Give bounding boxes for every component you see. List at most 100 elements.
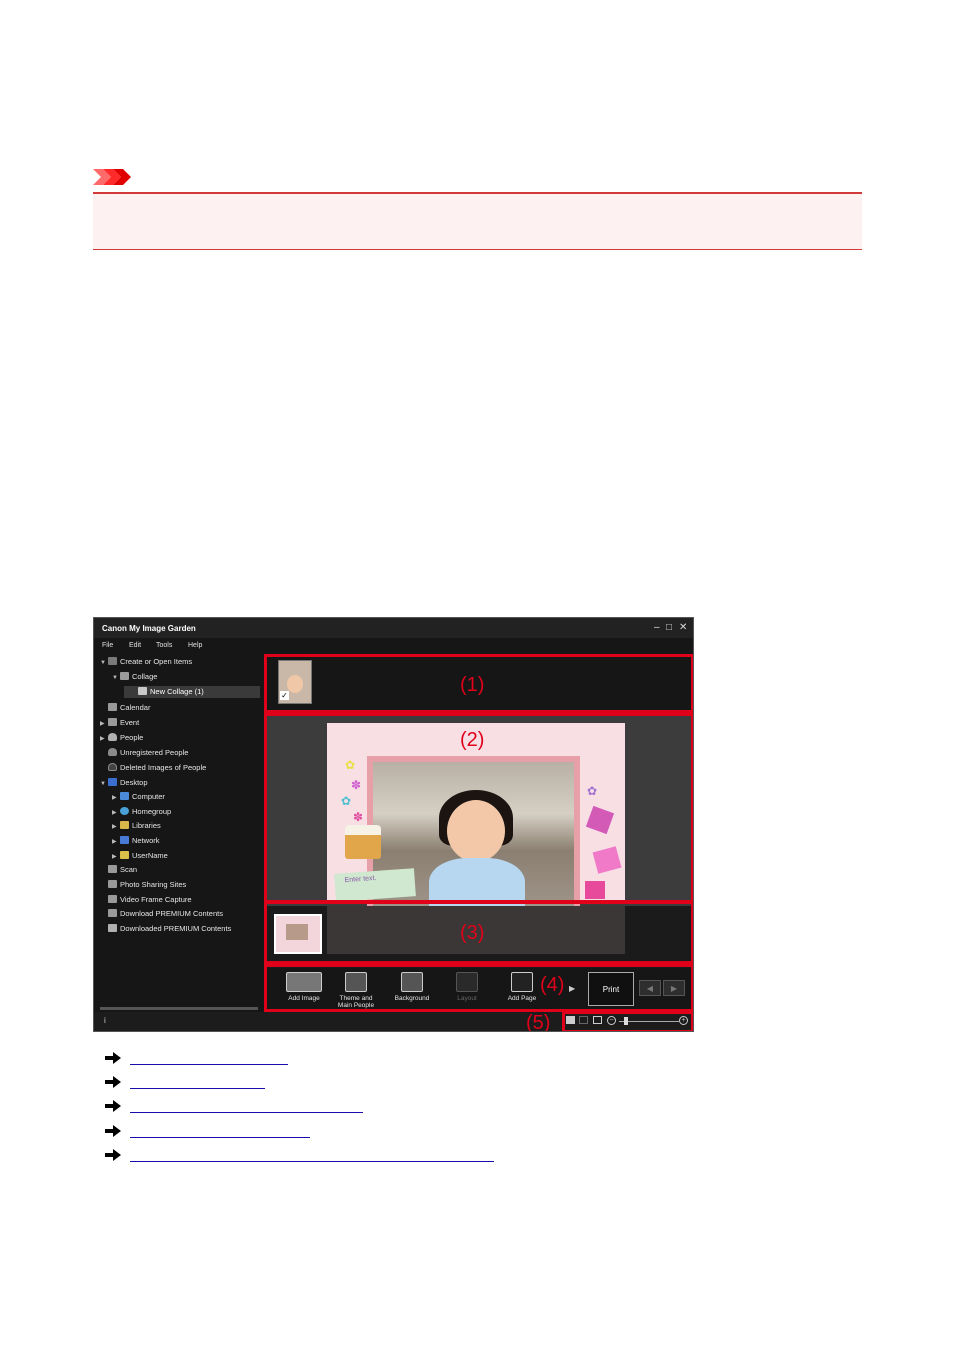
tree-item-username[interactable]: ▶ UserName [112, 850, 168, 862]
link-underline[interactable] [130, 1088, 265, 1089]
expand-down-icon[interactable]: ▼ [112, 672, 120, 684]
tree-item-people[interactable]: ▶ People [100, 732, 143, 744]
link-arrow-icon [105, 1149, 121, 1161]
tree-item-label: Libraries [132, 821, 161, 830]
title-bar: Canon My Image Garden – □ ✕ [94, 618, 693, 638]
tree-item-photo-sharing-sites[interactable]: Photo Sharing Sites [108, 879, 186, 891]
menu-edit[interactable]: Edit [129, 642, 141, 649]
tree-item-collage[interactable]: ▼ Collage [112, 671, 157, 683]
tree-item-label: New Collage (1) [150, 687, 204, 696]
tree-item-desktop[interactable]: ▼ Desktop [100, 777, 148, 789]
scan-icon [108, 865, 117, 873]
info-icon[interactable]: i [104, 1016, 106, 1025]
callout-box-5 [562, 1011, 693, 1031]
person-icon [108, 733, 117, 741]
libraries-icon [120, 821, 129, 829]
expand-right-icon[interactable]: ▶ [112, 807, 120, 819]
tree-item-label: Computer [132, 792, 165, 801]
important-arrows-icon [93, 169, 131, 185]
tree-item-video-frame-capture[interactable]: Video Frame Capture [108, 894, 192, 906]
tree-item-label: Network [132, 836, 160, 845]
callout-label-5: (5) [526, 1012, 551, 1032]
link-arrow-icon [105, 1125, 121, 1137]
app-window: Canon My Image Garden – □ ✕ File Edit To… [93, 617, 694, 1032]
menu-tools[interactable]: Tools [156, 642, 172, 649]
maximize-icon[interactable]: □ [666, 622, 672, 634]
event-icon [108, 718, 117, 726]
tree-item-network[interactable]: ▶ Network [112, 835, 160, 847]
tree-item-label: Desktop [120, 778, 148, 787]
tree-item-label: UserName [132, 851, 168, 860]
tree-item-label: Download PREMIUM Contents [120, 909, 223, 918]
tree-item-event[interactable]: ▶ Event [100, 717, 139, 729]
callout-label-2: (2) [460, 729, 485, 751]
tree-item-label: Scan [120, 865, 138, 874]
expand-right-icon[interactable]: ▶ [112, 792, 120, 804]
expand-down-icon[interactable]: ▼ [100, 657, 108, 669]
photo-sharing-icon [108, 880, 117, 888]
link-underline[interactable] [130, 1064, 288, 1065]
menu-help[interactable]: Help [188, 642, 202, 649]
calendar-icon [108, 703, 117, 711]
tree-item-label: Event [120, 718, 140, 727]
tree-item-new-collage[interactable]: New Collage (1) [124, 686, 260, 698]
expand-right-icon[interactable]: ▶ [112, 821, 120, 833]
expand-down-icon[interactable]: ▼ [100, 778, 108, 790]
tree-item-label: Unregistered People [120, 748, 189, 757]
computer-icon [120, 792, 129, 800]
callout-label-4: (4) [540, 974, 565, 996]
tree-item-computer[interactable]: ▶ Computer [112, 791, 165, 803]
link-underline[interactable] [130, 1137, 310, 1138]
tree-item-label: Homegroup [132, 807, 172, 816]
tree-item-label: People [120, 733, 144, 742]
tree-item-label: Collage [132, 672, 158, 681]
collage-file-icon [138, 687, 147, 695]
important-note-box [93, 192, 862, 250]
link-arrow-icon [105, 1100, 121, 1112]
tree-item-label: Deleted Images of People [120, 763, 207, 772]
sidebar-scrollbar[interactable] [100, 1007, 258, 1010]
minimize-icon[interactable]: – [654, 622, 660, 634]
tree-item-downloaded-premium-contents[interactable]: Downloaded PREMIUM Contents [108, 923, 231, 935]
window-title: Canon My Image Garden [102, 624, 196, 633]
callout-label-3: (3) [460, 922, 485, 944]
tree-item-create-or-open-items[interactable]: ▼ Create or Open Items [100, 656, 192, 668]
expand-right-icon[interactable]: ▶ [112, 836, 120, 848]
tree-item-download-premium-contents[interactable]: Download PREMIUM Contents [108, 908, 223, 920]
tree-item-scan[interactable]: Scan [108, 864, 137, 876]
link-underline[interactable] [130, 1112, 363, 1113]
tree-item-label: Downloaded PREMIUM Contents [120, 924, 232, 933]
tree-item-calendar[interactable]: Calendar [108, 702, 150, 714]
menu-file[interactable]: File [102, 642, 113, 649]
person-unregistered-icon [108, 748, 117, 756]
callout-label-1: (1) [460, 674, 485, 696]
close-icon[interactable]: ✕ [679, 622, 687, 634]
link-underline[interactable] [130, 1161, 494, 1162]
expand-right-icon[interactable]: ▶ [112, 851, 120, 863]
link-arrow-icon [105, 1076, 121, 1088]
homegroup-icon [120, 807, 129, 815]
tree-item-label: Calendar [120, 703, 151, 712]
expand-right-icon[interactable]: ▶ [100, 733, 108, 745]
tree-item-label: Video Frame Capture [120, 895, 192, 904]
expand-right-icon[interactable]: ▶ [100, 718, 108, 730]
person-deleted-icon [108, 763, 117, 771]
collage-icon [120, 672, 129, 680]
download-icon [108, 909, 117, 917]
user-folder-icon [120, 851, 129, 859]
network-icon [120, 836, 129, 844]
tree-item-label: Create or Open Items [120, 657, 193, 666]
callout-box-4 [264, 964, 693, 1012]
sidebar-tree: ▼ Create or Open Items ▼ Collage New Colla… [94, 654, 265, 1010]
video-frame-icon [108, 895, 117, 903]
menu-bar: File Edit Tools Help [94, 640, 264, 654]
tree-item-label: Photo Sharing Sites [120, 880, 187, 889]
tree-item-homegroup[interactable]: ▶ Homegroup [112, 806, 171, 818]
folder-icon [108, 924, 117, 932]
tree-item-libraries[interactable]: ▶ Libraries [112, 820, 161, 832]
tree-item-unregistered-people[interactable]: Unregistered People [108, 747, 188, 759]
create-items-icon [108, 657, 117, 665]
tree-item-deleted-images-of-people[interactable]: Deleted Images of People [108, 762, 206, 774]
desktop-icon [108, 778, 117, 786]
link-arrow-icon [105, 1052, 121, 1064]
